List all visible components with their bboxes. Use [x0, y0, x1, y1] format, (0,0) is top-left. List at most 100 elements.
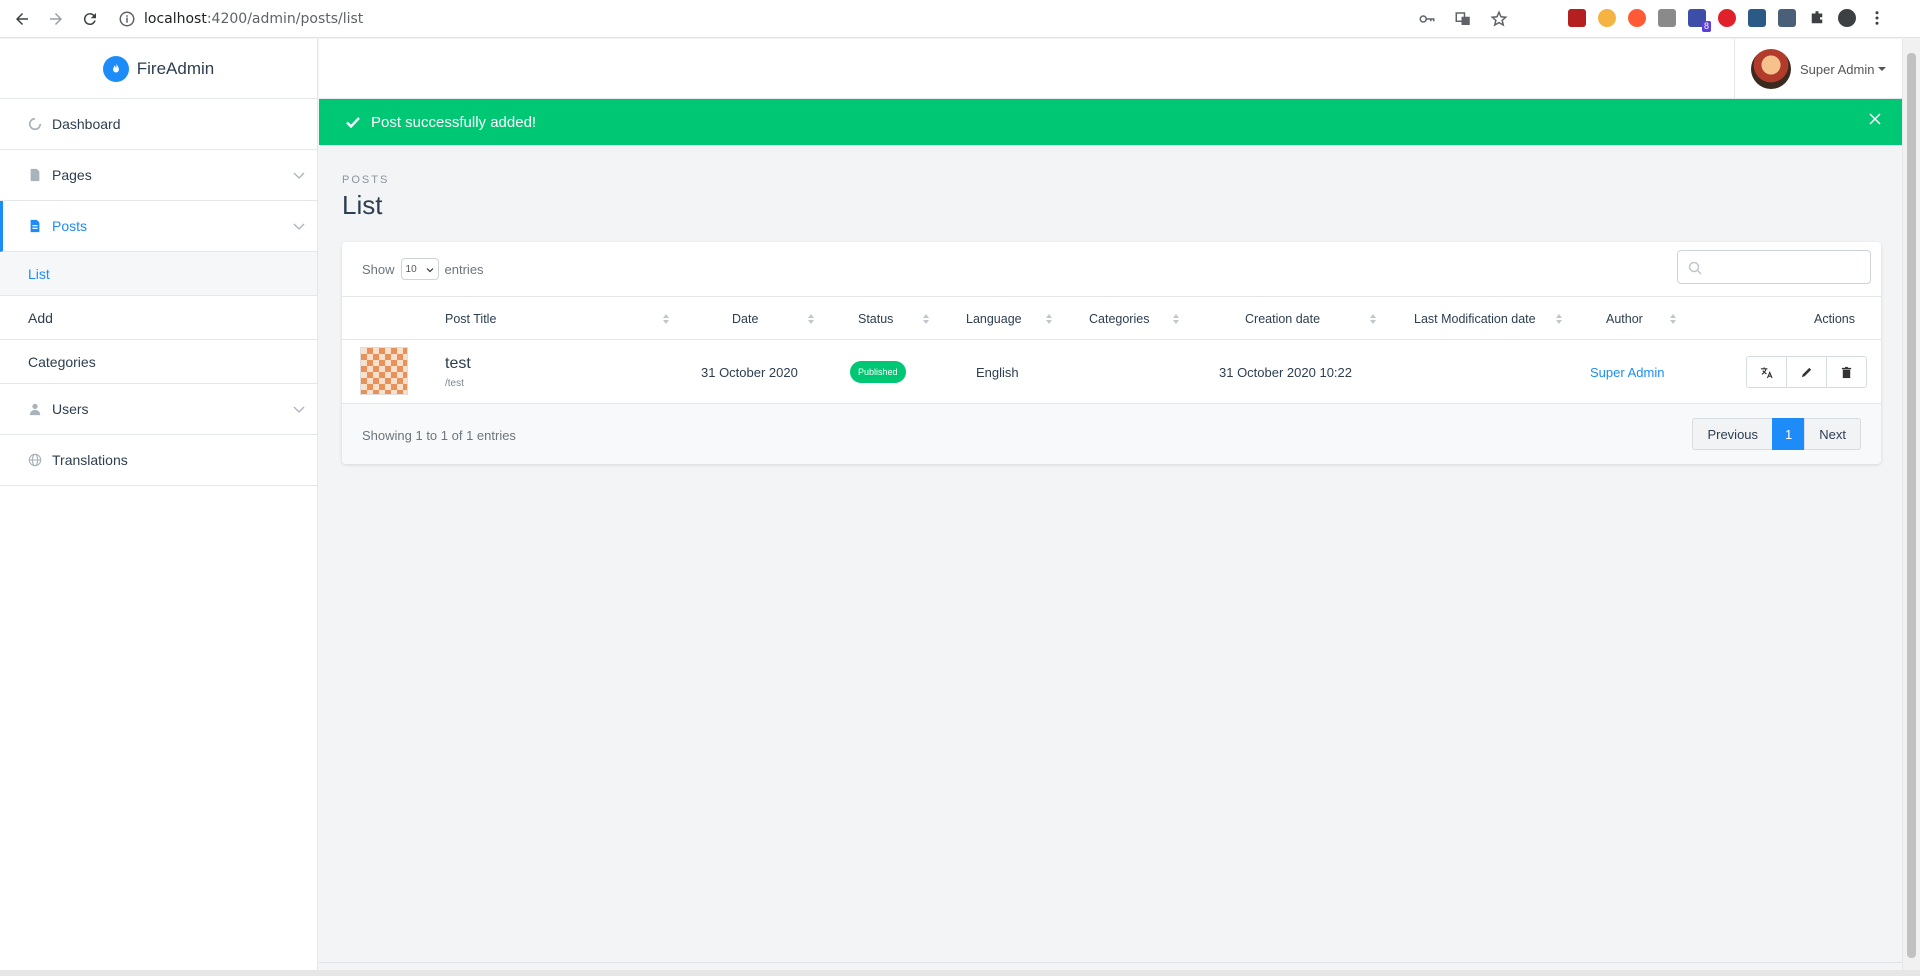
sort-icon[interactable] — [1369, 313, 1377, 325]
table-info: Showing 1 to 1 of 1 entries — [362, 428, 516, 443]
col-categories[interactable]: Categories — [1089, 312, 1149, 326]
user-menu[interactable]: Super Admin — [1734, 39, 1902, 99]
user-icon — [28, 402, 42, 416]
page-header: POSTS List — [342, 174, 389, 221]
post-language: English — [976, 365, 1019, 380]
trash-icon — [1841, 366, 1852, 378]
address-bar[interactable]: localhost:4200/admin/posts/list — [108, 4, 1518, 34]
edit-button[interactable] — [1786, 356, 1827, 388]
col-status[interactable]: Status — [858, 312, 893, 326]
translate-button[interactable] — [1746, 356, 1787, 388]
page-title: List — [342, 190, 383, 220]
sort-icon[interactable] — [1669, 313, 1677, 325]
page-length-select[interactable]: 10 — [400, 258, 439, 280]
sidebar-item-translations[interactable]: Translations — [0, 435, 317, 486]
post-slug: /test — [445, 378, 464, 389]
post-title[interactable]: test — [445, 355, 471, 373]
sidebar-item-label: Dashboard — [52, 116, 121, 132]
puzzle-icon[interactable] — [1808, 9, 1826, 27]
col-date[interactable]: Date — [732, 312, 758, 326]
ublock-icon[interactable] — [1568, 9, 1586, 27]
camera-icon[interactable] — [1748, 9, 1766, 27]
kebab-menu-icon[interactable] — [1868, 9, 1886, 27]
col-author[interactable]: Author — [1606, 312, 1643, 326]
sort-icon[interactable] — [807, 313, 815, 325]
sort-icon[interactable] — [1172, 313, 1180, 325]
play-icon[interactable] — [1718, 9, 1736, 27]
col-last-modification[interactable]: Last Modification date — [1414, 312, 1536, 326]
posts-table-card: Show 10 entries Post Title Date Status L… — [342, 242, 1881, 464]
honey-icon[interactable] — [1598, 9, 1616, 27]
sort-icon[interactable] — [1045, 313, 1053, 325]
caret-down-icon — [1878, 67, 1887, 71]
chevron-down-icon[interactable] — [293, 403, 305, 415]
sidebar-item-users[interactable]: Users — [0, 384, 317, 435]
reload-icon[interactable] — [78, 7, 102, 31]
globe-icon — [28, 453, 42, 467]
page-1-button[interactable]: 1 — [1772, 418, 1806, 450]
sidebar: FireAdmin Dashboard Pages Posts List Add… — [0, 39, 318, 976]
sort-icon[interactable] — [1555, 313, 1563, 325]
url-text: localhost:4200/admin/posts/list — [144, 11, 364, 27]
sidebar-subitem-list[interactable]: List — [0, 252, 317, 296]
brand[interactable]: FireAdmin — [0, 39, 317, 99]
translate-icon[interactable] — [1454, 10, 1472, 28]
sidebar-item-label: Pages — [52, 167, 92, 183]
check-icon — [346, 117, 360, 129]
user-name: Super Admin — [1800, 61, 1875, 77]
extension-badge: 8 — [1701, 21, 1711, 32]
hat-icon[interactable]: 8 — [1688, 9, 1711, 32]
sidebar-item-pages[interactable]: Pages — [0, 150, 317, 201]
magnet-icon[interactable] — [1628, 9, 1646, 27]
shield-icon[interactable] — [1778, 9, 1796, 27]
sidebar-item-label: Translations — [52, 452, 128, 468]
chevron-down-icon[interactable] — [293, 169, 305, 181]
col-actions: Actions — [1814, 312, 1855, 326]
forward-arrow-icon[interactable] — [44, 7, 68, 31]
star-icon[interactable] — [1490, 10, 1508, 28]
sort-icon[interactable] — [922, 313, 930, 325]
table-header: Post Title Date Status Language Categori… — [342, 296, 1881, 340]
col-language[interactable]: Language — [966, 312, 1022, 326]
previous-button[interactable]: Previous — [1692, 418, 1774, 450]
sidebar-item-dashboard[interactable]: Dashboard — [0, 99, 317, 150]
status-badge: Published — [850, 361, 906, 383]
sort-icon[interactable] — [662, 313, 670, 325]
fire-logo-icon — [102, 55, 129, 82]
sidebar-subitem-add[interactable]: Add — [0, 296, 317, 340]
delete-button[interactable] — [1826, 356, 1867, 388]
scrollbar-thumb[interactable] — [1907, 53, 1916, 958]
back-arrow-icon[interactable] — [10, 7, 34, 31]
key-icon[interactable] — [1418, 10, 1436, 28]
table-footer: Showing 1 to 1 of 1 entries Previous 1 N… — [342, 404, 1881, 464]
post-thumbnail — [360, 347, 408, 395]
info-icon[interactable] — [118, 10, 136, 28]
sidebar-item-label: Posts — [52, 218, 88, 234]
topbar: Super Admin — [319, 39, 1902, 99]
sidebar-subitem-categories[interactable]: Categories — [0, 340, 317, 384]
post-date: 31 October 2020 — [701, 365, 798, 380]
scrollbar[interactable] — [1902, 39, 1920, 976]
search-icon — [1688, 261, 1702, 275]
table-row: test /test 31 October 2020 Published Eng… — [342, 340, 1881, 404]
avatar — [1751, 49, 1791, 89]
sidebar-item-posts[interactable]: Posts — [0, 201, 317, 252]
entries-label: entries — [444, 261, 484, 277]
col-post-title[interactable]: Post Title — [445, 312, 496, 326]
footer-divider — [319, 962, 1902, 963]
chevron-down-icon[interactable] — [293, 220, 305, 232]
chevron-down-icon — [426, 268, 433, 273]
close-icon[interactable] — [1868, 112, 1882, 126]
col-creation-date[interactable]: Creation date — [1245, 312, 1320, 326]
author-link[interactable]: Super Admin — [1590, 365, 1664, 380]
post-icon — [28, 219, 42, 233]
window-bottom-edge — [0, 970, 1920, 976]
crx-icon[interactable] — [1658, 9, 1676, 27]
profile-icon[interactable] — [1838, 9, 1856, 27]
alert-message: Post successfully added! — [371, 113, 537, 131]
page-length-value: 10 — [405, 263, 417, 275]
post-creation-date: 31 October 2020 10:22 — [1219, 365, 1352, 380]
next-button[interactable]: Next — [1804, 418, 1861, 450]
search-input[interactable] — [1677, 250, 1871, 284]
translate-icon — [1760, 366, 1773, 378]
